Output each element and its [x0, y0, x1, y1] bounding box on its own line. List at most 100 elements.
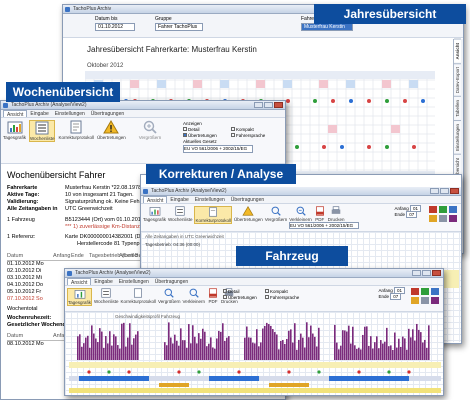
driver-select[interactable]: Musterfrau Kerstin — [301, 23, 353, 31]
tagesgrafik-button[interactable]: Tagesgrafik — [67, 288, 93, 306]
speed-bar — [352, 326, 354, 360]
yellow-tool-icon[interactable] — [429, 215, 437, 222]
wochenliste-button[interactable]: Wochenliste — [168, 206, 192, 222]
speed-bar — [428, 325, 430, 360]
blue-tool-icon[interactable] — [449, 206, 457, 213]
chart-icon — [7, 121, 22, 134]
law-select[interactable]: EU VO 561/2006 + 2002/15/EG — [289, 222, 359, 229]
gray-tool-icon[interactable] — [439, 215, 447, 222]
speed-bar — [258, 346, 260, 360]
side-tab-0[interactable]: Ansicht — [454, 39, 461, 63]
tagesgrafik-button[interactable]: Tagesgrafik — [143, 206, 166, 222]
vehicle-menubar: Ansicht Eingabe Einstellungen Übertragun… — [65, 278, 443, 286]
minimize-button[interactable] — [430, 188, 439, 194]
speed-bar — [306, 322, 308, 360]
menu-einstellungen[interactable]: Einstellungen — [192, 196, 228, 203]
side-tab-3[interactable]: Einstellungen — [454, 119, 461, 154]
pdf-icon — [315, 206, 324, 216]
tagesgrafik-button[interactable]: Tagesgrafik — [3, 120, 26, 140]
wochenliste-button[interactable]: Wochenliste — [94, 288, 118, 304]
law-select[interactable]: EU VO 561/2006 + 2002/15/EG — [183, 145, 253, 153]
menu-uebertragungen[interactable]: Übertragungen — [228, 196, 267, 203]
green-tool-icon[interactable] — [439, 206, 447, 213]
menu-ansicht[interactable]: Ansicht — [3, 110, 28, 118]
speed-bar — [374, 342, 376, 360]
korrekturprotokoll-button[interactable]: Korrekturprotokoll — [120, 288, 156, 304]
korrekturprotokoll-button[interactable]: Korrekturprotokoll — [194, 206, 232, 224]
speed-bar — [410, 337, 412, 360]
red-tool-icon[interactable] — [411, 288, 419, 295]
drucken-button[interactable]: Drucken — [328, 206, 345, 222]
menu-eingabe[interactable]: Eingabe — [91, 278, 115, 285]
uebertretungen-button[interactable]: Übertretungen — [97, 120, 126, 140]
wochenliste-button[interactable]: Wochenliste — [29, 120, 56, 142]
list-icon — [35, 121, 49, 135]
speed-bar — [282, 339, 284, 360]
menu-ansicht[interactable]: Ansicht — [67, 278, 92, 286]
menu-uebertragungen[interactable]: Übertragungen — [152, 278, 191, 285]
green-tool-icon[interactable] — [421, 288, 429, 295]
speed-bar — [316, 346, 318, 360]
speed-bar — [414, 340, 416, 360]
pdf-button[interactable]: PDF — [207, 288, 219, 304]
speed-bar — [336, 342, 338, 360]
minimize-button[interactable] — [412, 270, 421, 276]
group-select[interactable]: Fahrer TachoPlus — [155, 23, 203, 31]
speed-bar — [131, 344, 133, 360]
app-icon — [67, 271, 72, 276]
end-input[interactable]: 07 — [390, 293, 402, 300]
corrections-titlebar: TachoPlus Archiv (Analyse/View2) — [141, 187, 461, 196]
vergroessern-button[interactable]: Vergrößern — [265, 206, 287, 222]
yellow-tool-icon[interactable] — [411, 297, 419, 304]
side-tab-1[interactable]: Datev-Export — [454, 62, 461, 96]
banner-vehicle: Fahrzeug — [236, 246, 348, 266]
speed-bar — [276, 334, 278, 360]
menu-einstellungen[interactable]: Einstellungen — [52, 110, 88, 117]
purple-tool-icon[interactable] — [449, 215, 457, 222]
vergroessern-button[interactable]: Vergrößern — [139, 120, 161, 140]
menu-einstellungen[interactable]: Einstellungen — [116, 278, 152, 285]
option-uebertretungen[interactable]: Übertretungen — [223, 295, 257, 301]
speed-bar — [206, 346, 208, 360]
speed-bar — [346, 331, 348, 360]
minimize-button[interactable] — [254, 102, 263, 108]
speed-bar — [304, 347, 306, 360]
verkleinern-button[interactable]: Verkleinern — [289, 206, 312, 222]
uebertretungen-button[interactable]: Übertretungen — [234, 206, 263, 222]
pdf-button[interactable]: PDF — [314, 206, 326, 222]
vergroessern-button[interactable]: Vergrößern — [158, 288, 180, 304]
option-fahrersprache[interactable]: Fahrersprache — [265, 295, 299, 301]
date-input[interactable]: 01.10.2012 — [95, 23, 135, 31]
option-fahrersprache[interactable]: Fahrersprache — [231, 133, 265, 139]
close-button[interactable] — [450, 188, 459, 194]
speed-bar — [87, 335, 89, 360]
gray-tool-icon[interactable] — [421, 297, 429, 304]
close-button[interactable] — [432, 270, 441, 276]
yearly-window-title: TachoPlus Archiv — [73, 6, 112, 12]
speed-bar — [103, 347, 105, 360]
menu-ansicht[interactable]: Ansicht — [143, 196, 168, 204]
verkleinern-button[interactable]: Verkleinern — [182, 288, 205, 304]
speed-bar — [188, 324, 190, 360]
maximize-button[interactable] — [440, 188, 449, 194]
maximize-button[interactable] — [422, 270, 431, 276]
speed-bar — [386, 327, 388, 360]
purple-tool-icon[interactable] — [431, 297, 439, 304]
speed-bar — [168, 322, 170, 360]
menu-eingabe[interactable]: Eingabe — [27, 110, 51, 117]
side-tab-2[interactable]: Tabellen — [454, 95, 461, 120]
speed-bar — [248, 337, 250, 360]
red-tool-icon[interactable] — [429, 206, 437, 213]
speed-bar — [384, 341, 386, 360]
app-icon — [143, 189, 148, 194]
menu-uebertragungen[interactable]: Übertragungen — [88, 110, 127, 117]
end-input[interactable]: 07 — [406, 211, 418, 218]
speed-bar — [372, 348, 374, 360]
menu-eingabe[interactable]: Eingabe — [167, 196, 191, 203]
blue-tool-icon[interactable] — [431, 288, 439, 295]
close-button[interactable] — [274, 102, 283, 108]
korrekturprotokoll-button[interactable]: Korrekturprotokoll — [58, 120, 94, 140]
speed-bar — [274, 332, 276, 360]
speed-bar — [408, 328, 410, 360]
maximize-button[interactable] — [264, 102, 273, 108]
